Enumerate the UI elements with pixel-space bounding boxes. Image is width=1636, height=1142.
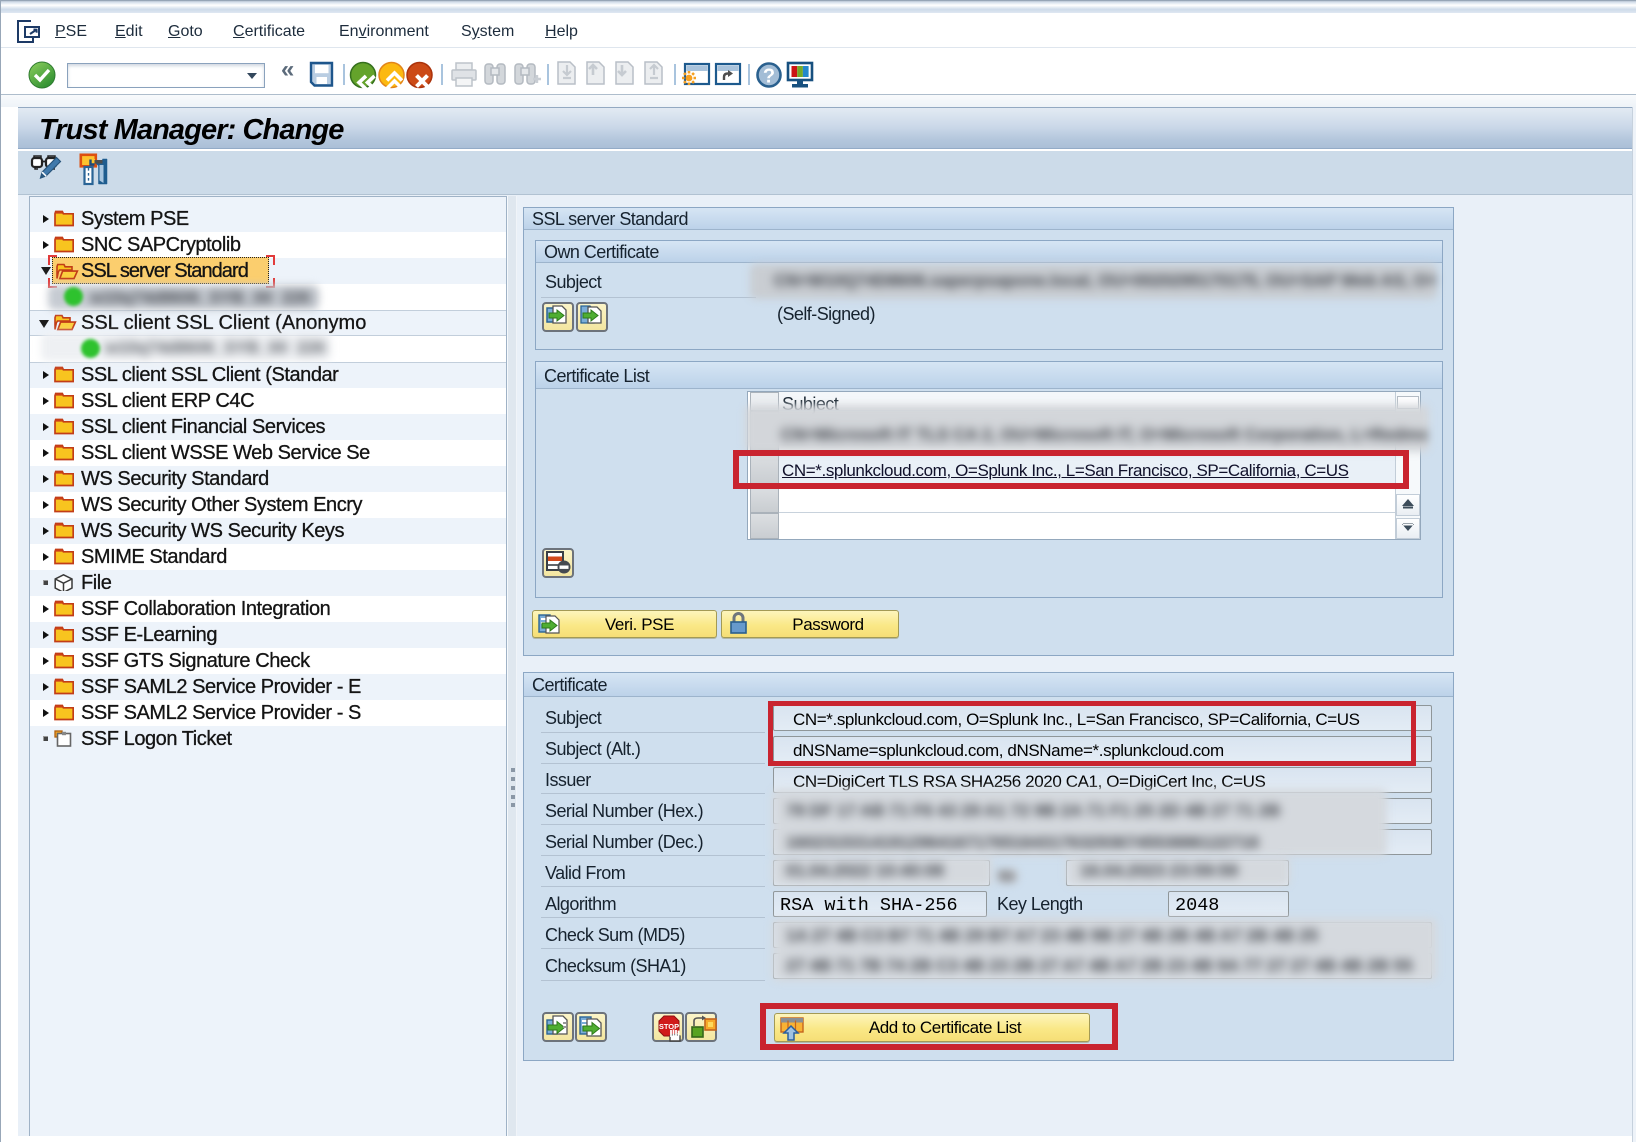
svg-text:?: ? <box>763 66 775 88</box>
svg-text:STOP: STOP <box>659 1022 679 1031</box>
